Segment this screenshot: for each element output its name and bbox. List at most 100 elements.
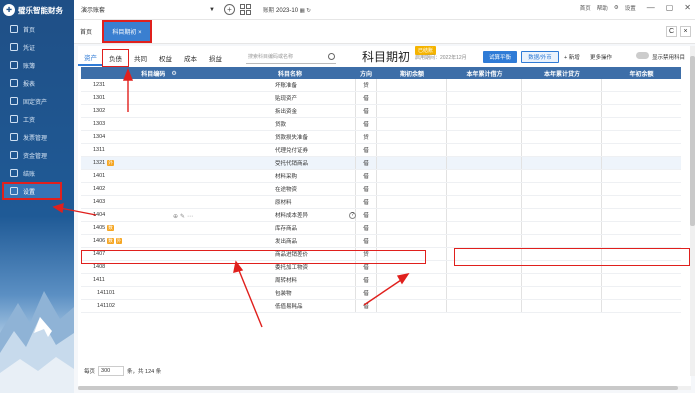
sidebar-item-settings[interactable]: 设置 bbox=[2, 182, 62, 200]
sidebar-item-ledger[interactable]: 账簿 bbox=[0, 56, 74, 74]
settings-icon[interactable]: ⚙ bbox=[171, 70, 176, 77]
ytd-credit-cell[interactable] bbox=[522, 79, 602, 91]
link-help[interactable]: 帮助 bbox=[597, 4, 608, 12]
tab-close-icon[interactable]: × bbox=[680, 26, 691, 37]
opening-balance-cell[interactable] bbox=[377, 222, 447, 234]
ytd-credit-cell[interactable] bbox=[522, 196, 602, 208]
year-start-cell[interactable] bbox=[602, 144, 681, 156]
ytd-credit-cell[interactable] bbox=[522, 209, 602, 221]
year-start-cell[interactable] bbox=[602, 300, 681, 312]
col-code[interactable]: 科目编码 ⚙ bbox=[81, 67, 225, 79]
table-row[interactable]: 1403 原材料 借 bbox=[81, 196, 681, 209]
subtab-asset[interactable]: 资产 bbox=[78, 50, 103, 66]
table-row[interactable]: 1401 材料采购 借 bbox=[81, 170, 681, 183]
year-start-cell[interactable] bbox=[602, 105, 681, 117]
sidebar-item-report[interactable]: 报表 bbox=[0, 74, 74, 92]
year-start-cell[interactable] bbox=[602, 287, 681, 299]
ytd-debit-cell[interactable] bbox=[447, 92, 522, 104]
ytd-credit-cell[interactable] bbox=[522, 300, 602, 312]
table-row[interactable]: 1231 坏账准备 贷 bbox=[81, 79, 681, 92]
opening-balance-cell[interactable] bbox=[377, 300, 447, 312]
ytd-debit-cell[interactable] bbox=[447, 170, 522, 182]
gear-icon[interactable]: ⚙ bbox=[614, 5, 619, 11]
ytd-credit-cell[interactable] bbox=[522, 118, 602, 130]
ytd-debit-cell[interactable] bbox=[447, 209, 522, 221]
year-start-cell[interactable] bbox=[602, 196, 681, 208]
link-settings[interactable]: 设置 bbox=[625, 4, 636, 12]
table-row[interactable]: 141101 包装物 借 bbox=[81, 287, 681, 300]
sidebar-item-invoice[interactable]: 发票管理 bbox=[0, 128, 74, 146]
opening-balance-cell[interactable] bbox=[377, 157, 447, 169]
ytd-credit-cell[interactable] bbox=[522, 92, 602, 104]
currency-button[interactable]: 数据/外币 bbox=[521, 51, 559, 63]
table-row[interactable]: 1404 ⊕✎⋯? 材料成本差异 借 bbox=[81, 209, 681, 222]
ytd-credit-cell[interactable] bbox=[522, 144, 602, 156]
year-start-cell[interactable] bbox=[602, 209, 681, 221]
more-actions-button[interactable]: 更多操作 bbox=[590, 53, 612, 61]
opening-balance-cell[interactable] bbox=[377, 287, 447, 299]
table-row[interactable]: 1321 外 受托代销商品 借 bbox=[81, 157, 681, 170]
table-row[interactable]: 1406 数外 发出商品 借 bbox=[81, 235, 681, 248]
trial-balance-button[interactable]: 试算平衡 bbox=[483, 51, 517, 63]
tab-refresh-icon[interactable]: C bbox=[666, 26, 677, 37]
table-row[interactable]: 1311 代理兑付证券 借 bbox=[81, 144, 681, 157]
table-row[interactable]: 1304 贷款损失准备 贷 bbox=[81, 131, 681, 144]
ytd-debit-cell[interactable] bbox=[447, 300, 522, 312]
table-row[interactable]: 1301 贴现资产 借 bbox=[81, 92, 681, 105]
ytd-credit-cell[interactable] bbox=[522, 274, 602, 286]
tab-account-opening[interactable]: 科目期初 × bbox=[102, 20, 153, 43]
ytd-debit-cell[interactable] bbox=[447, 222, 522, 234]
year-start-cell[interactable] bbox=[602, 131, 681, 143]
ytd-credit-cell[interactable] bbox=[522, 183, 602, 195]
year-start-cell[interactable] bbox=[602, 235, 681, 247]
year-start-cell[interactable] bbox=[602, 183, 681, 195]
refresh-icon[interactable]: ↻ bbox=[306, 8, 311, 14]
ytd-debit-cell[interactable] bbox=[447, 287, 522, 299]
opening-balance-cell[interactable] bbox=[377, 274, 447, 286]
tab-home[interactable]: 首页 bbox=[74, 27, 98, 36]
sidebar-item-home[interactable]: 首页 bbox=[0, 20, 74, 38]
year-start-cell[interactable] bbox=[602, 274, 681, 286]
row-actions[interactable]: ⊕✎⋯ bbox=[173, 213, 195, 220]
page-size-input[interactable]: 300 bbox=[98, 365, 125, 376]
ytd-debit-cell[interactable] bbox=[447, 196, 522, 208]
ytd-debit-cell[interactable] bbox=[447, 131, 522, 143]
table-row[interactable]: 1303 贷款 借 bbox=[81, 118, 681, 131]
ytd-credit-cell[interactable] bbox=[522, 157, 602, 169]
table-row[interactable]: 141102 低值易耗品 借 bbox=[81, 300, 681, 313]
opening-balance-cell[interactable] bbox=[377, 92, 447, 104]
opening-balance-cell[interactable] bbox=[377, 235, 447, 247]
ytd-debit-cell[interactable] bbox=[447, 183, 522, 195]
opening-balance-cell[interactable] bbox=[377, 170, 447, 182]
ytd-debit-cell[interactable] bbox=[447, 144, 522, 156]
ytd-debit-cell[interactable] bbox=[447, 118, 522, 130]
sidebar-item-close[interactable]: 结账 bbox=[0, 164, 74, 182]
add-circle-icon[interactable]: + bbox=[224, 4, 235, 15]
year-start-cell[interactable] bbox=[602, 222, 681, 234]
ytd-debit-cell[interactable] bbox=[447, 105, 522, 117]
add-button[interactable]: + 新增 bbox=[564, 53, 580, 61]
ytd-credit-cell[interactable] bbox=[522, 105, 602, 117]
ytd-credit-cell[interactable] bbox=[522, 170, 602, 182]
help-icon[interactable]: ? bbox=[349, 211, 356, 219]
apps-grid-icon[interactable] bbox=[240, 4, 251, 15]
minimize-icon[interactable]: — bbox=[647, 3, 655, 12]
year-start-cell[interactable] bbox=[602, 118, 681, 130]
year-start-cell[interactable] bbox=[602, 79, 681, 91]
subtab-cost[interactable]: 成本 bbox=[178, 50, 203, 66]
ytd-debit-cell[interactable] bbox=[447, 157, 522, 169]
search-input[interactable]: 搜索科目编码或名称 bbox=[246, 53, 336, 64]
sidebar-item-voucher[interactable]: 凭证 bbox=[0, 38, 74, 56]
table-row[interactable]: 1411 周转材料 借 bbox=[81, 274, 681, 287]
period-picker[interactable]: 账期 2023-10 ▦ ↻ bbox=[263, 6, 311, 14]
opening-balance-cell[interactable] bbox=[377, 79, 447, 91]
ytd-credit-cell[interactable] bbox=[522, 222, 602, 234]
year-start-cell[interactable] bbox=[602, 92, 681, 104]
sidebar-item-salary[interactable]: 工资 bbox=[0, 110, 74, 128]
table-row[interactable]: 1402 在途物资 借 bbox=[81, 183, 681, 196]
sidebar-item-fund[interactable]: 资金管理 bbox=[0, 146, 74, 164]
subtab-liability[interactable]: 负债 bbox=[102, 49, 129, 67]
sidebar-item-asset[interactable]: 固定资产 bbox=[0, 92, 74, 110]
link-home[interactable]: 首页 bbox=[580, 4, 591, 12]
opening-balance-cell[interactable] bbox=[377, 183, 447, 195]
